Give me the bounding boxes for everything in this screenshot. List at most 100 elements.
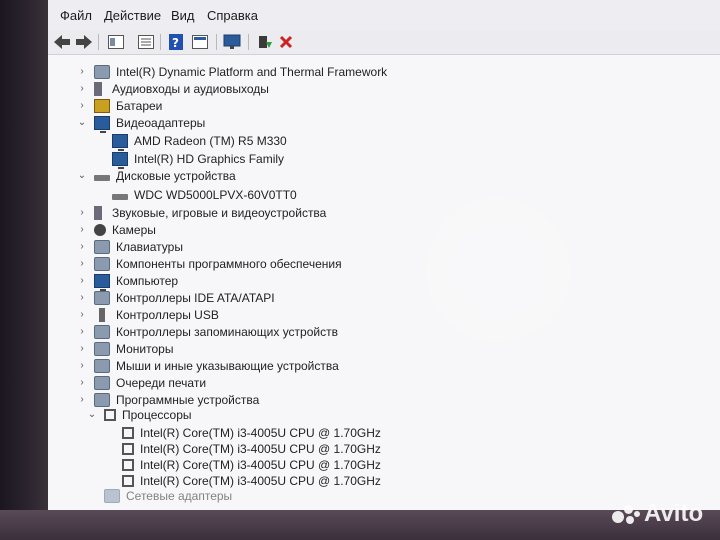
back-arrow-icon[interactable] [52,32,72,52]
tree-item-display-adapters[interactable]: ⌄ Видеоадаптеры [76,114,205,133]
svg-text:?: ? [172,36,179,50]
tree-item-usb-controllers[interactable]: › Контроллеры USB [76,306,219,323]
tree-item-audio-io[interactable]: › Аудиовходы и аудиовыходы [76,80,269,97]
tree-item-mice[interactable]: › Мыши и иные указывающие устройства [76,357,339,374]
tree-item-monitors[interactable]: › Мониторы [76,340,173,357]
disk-icon [112,193,128,200]
tree-item-label: Контроллеры запоминающих устройств [116,324,338,339]
software-device-icon [94,392,110,407]
menu-bar: Файл Действие Вид Справка [48,0,720,30]
network-icon [104,488,120,503]
tree-item-batteries[interactable]: › Батареи [76,97,162,114]
tree-item-label: Аудиовходы и аудиовыходы [112,81,269,96]
chevron-right-icon[interactable]: › [76,394,88,405]
chevron-right-icon[interactable]: › [76,326,88,337]
menu-help[interactable]: Справка [207,8,258,23]
camera-icon [94,223,106,236]
chevron-right-icon[interactable]: › [76,224,88,235]
menu-file[interactable]: Файл [60,8,92,23]
chevron-right-icon[interactable]: › [76,66,88,77]
tree-item-label: Контроллеры IDE ATA/ATAPI [116,290,275,305]
tree-item-label: Камеры [112,222,156,237]
sound-icon [94,205,102,220]
tree-item-label: Очереди печати [116,375,207,390]
tree-item-label: Intel(R) Dynamic Platform and Thermal Fr… [116,64,388,79]
device-tree: › Intel(R) Dynamic Platform and Thermal … [48,55,720,510]
tree-item-label: Процессоры [122,407,192,422]
chevron-right-icon[interactable]: › [76,258,88,269]
tree-item-storage-controllers[interactable]: › Контроллеры запоминающих устройств [76,323,338,340]
tree-item-label: Контроллеры USB [116,307,219,322]
cpu-icon [122,442,134,455]
tree-item-computer[interactable]: › Компьютер [76,272,178,291]
chevron-right-icon[interactable]: › [76,377,88,388]
toolbar-separator [216,34,217,50]
chevron-down-icon[interactable]: ⌄ [76,117,88,128]
speaker-icon [94,81,102,96]
ide-icon [94,290,110,305]
toolbar-separator [248,34,249,50]
monitor-icon [112,151,128,169]
panel-icon[interactable] [190,32,210,52]
tree-item-label: Батареи [116,98,163,113]
tree-item-label: AMD Radeon (TM) R5 M330 [134,133,287,148]
cpu-icon [104,408,116,421]
tree-item-label: Сетевые адаптеры [126,488,233,503]
chevron-down-icon[interactable]: ⌄ [86,409,98,420]
avito-logo-icon [612,503,640,525]
chevron-right-icon[interactable]: › [76,207,88,218]
chevron-right-icon[interactable]: › [76,241,88,252]
tree-item-sound-devices[interactable]: › Звуковые, игровые и видеоустройства [76,204,326,221]
tree-item-intel-hd[interactable]: Intel(R) HD Graphics Family [112,150,285,169]
tree-item-cameras[interactable]: › Камеры [76,221,156,238]
chip-board-icon [94,64,110,79]
update-driver-icon[interactable] [254,32,274,52]
cpu-icon [122,458,134,471]
chevron-right-icon[interactable]: › [76,360,88,371]
toolbar-separator [160,34,161,50]
tree-item-label: Компоненты программного обеспечения [116,256,342,271]
forward-arrow-icon[interactable] [74,32,94,52]
chevron-right-icon[interactable]: › [76,309,88,320]
tree-item-processors[interactable]: ⌄ Процессоры [86,406,192,423]
chevron-down-icon[interactable]: ⌄ [76,170,88,181]
disk-icon [94,174,110,181]
chevron-right-icon[interactable]: › [76,83,88,94]
chevron-right-icon[interactable]: › [76,275,88,286]
tree-item-ide-controllers[interactable]: › Контроллеры IDE ATA/ATAPI [76,289,275,306]
monitor-icon [112,133,128,151]
toolbar: ? [48,30,720,55]
uninstall-icon[interactable] [276,32,296,52]
tree-item-software-components[interactable]: › Компоненты программного обеспечения [76,255,342,272]
tree-item-cpu[interactable]: Intel(R) Core(TM) i3-4005U CPU @ 1.70GHz [122,440,381,457]
help-icon[interactable]: ? [166,32,186,52]
scan-hardware-icon[interactable] [222,32,242,52]
tree-item-label: Мыши и иные указывающие устройства [116,358,339,373]
tree-item-keyboards[interactable]: › Клавиатуры [76,238,183,255]
menu-view[interactable]: Вид [171,8,195,23]
avito-watermark: Avito [612,500,703,528]
tree-item-label: Intel(R) Core(TM) i3-4005U CPU @ 1.70GHz [140,457,381,472]
mouse-icon [94,358,110,373]
tree-item-disk-drives[interactable]: ⌄ Дисковые устройства [76,167,236,184]
cpu-icon [122,474,134,487]
chevron-right-icon[interactable]: › [76,343,88,354]
tree-item-cpu[interactable]: Intel(R) Core(TM) i3-4005U CPU @ 1.70GHz [122,424,381,441]
list-icon[interactable] [136,32,156,52]
usb-icon [99,307,105,322]
tree-item-amd-radeon[interactable]: AMD Radeon (TM) R5 M330 [112,132,287,151]
tree-item-cpu[interactable]: Intel(R) Core(TM) i3-4005U CPU @ 1.70GHz [122,456,381,473]
chevron-right-icon[interactable]: › [76,100,88,111]
tree-item-label: Мониторы [116,341,174,356]
tree-item-label: WDC WD5000LPVX-60V0TT0 [134,187,297,202]
tree-item-print-queues[interactable]: › Очереди печати [76,374,206,391]
tree-item-label: Intel(R) HD Graphics Family [134,151,285,166]
tree-item-network-adapters[interactable]: Сетевые адаптеры [104,487,232,504]
monitor-icon [94,341,110,356]
toolbar-separator [98,34,99,50]
chevron-right-icon[interactable]: › [76,292,88,303]
menu-action[interactable]: Действие [104,8,161,23]
tree-item-wdc-disk[interactable]: WDC WD5000LPVX-60V0TT0 [112,186,297,203]
tree-item-dptf[interactable]: › Intel(R) Dynamic Platform and Thermal … [76,63,387,80]
properties-icon[interactable] [106,32,126,52]
